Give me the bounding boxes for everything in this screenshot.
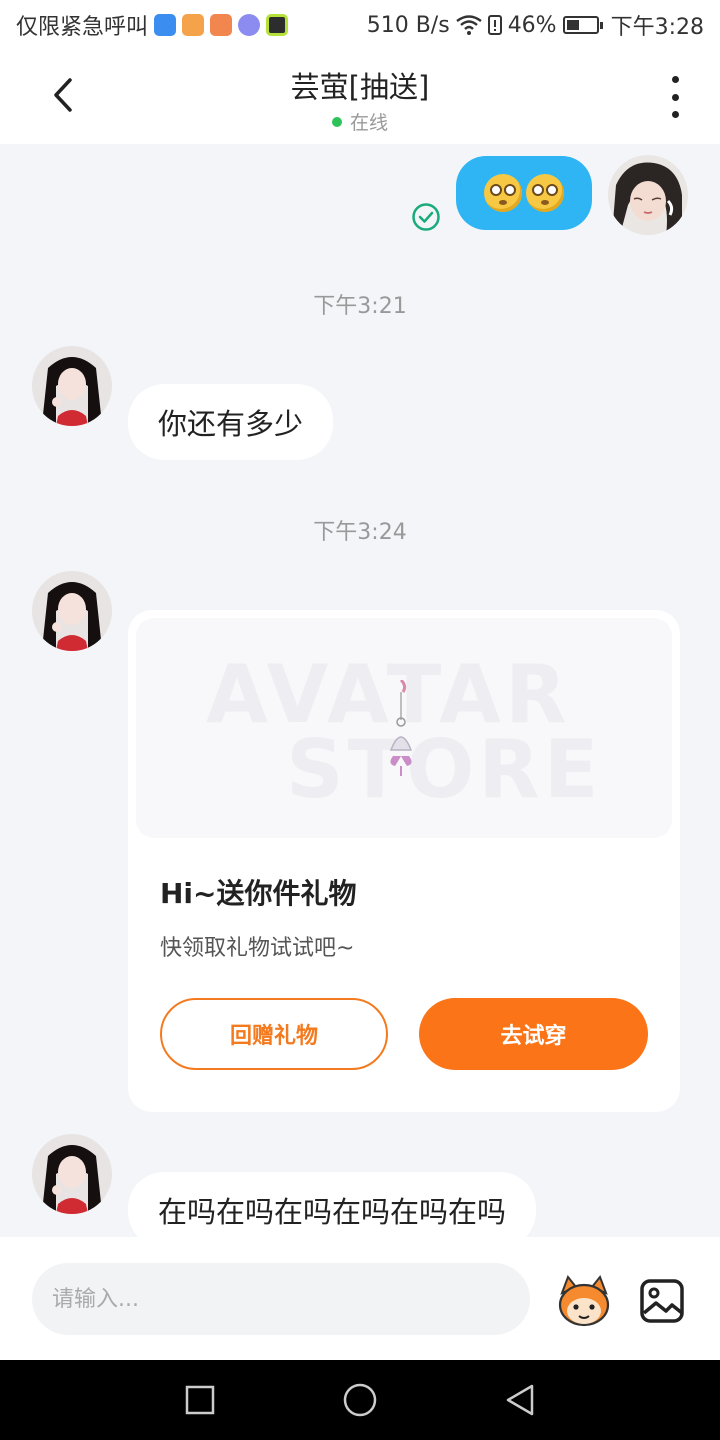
status-left: 仅限紧急呼叫 — [16, 9, 289, 41]
home-button[interactable] — [340, 1380, 380, 1420]
chat-area[interactable]: 下午3:21 你还有多少 下午3:24 AVATAR STORE Hi~送你件礼… — [0, 144, 720, 1237]
nav-square-icon — [185, 1385, 215, 1415]
outgoing-emoji-bubble[interactable] — [456, 156, 592, 230]
image-icon — [640, 1279, 684, 1323]
contact-avatar[interactable] — [32, 346, 112, 426]
pendant-image-icon — [389, 680, 413, 776]
timestamp: 下午3:24 — [313, 520, 407, 545]
wifi-icon — [455, 15, 482, 35]
incoming-message[interactable]: 在吗在吗在吗在吗在吗在吗 — [128, 1172, 537, 1237]
emoji-button[interactable] — [554, 1271, 614, 1331]
return-gift-button[interactable]: 回赠礼物 — [160, 998, 388, 1070]
battery-icon — [562, 16, 603, 34]
gift-title: Hi~送你件礼物 — [160, 877, 357, 910]
flushed-emoji-icon — [526, 174, 564, 212]
flushed-emoji-icon — [484, 174, 522, 212]
game-app-icon — [210, 14, 233, 36]
timestamp: 下午3:21 — [313, 294, 407, 319]
more-button[interactable] — [660, 76, 690, 118]
message-input[interactable] — [32, 1263, 530, 1335]
chat-header: 芸萤[抽送] 在线 — [0, 50, 720, 144]
message-text: 你还有多少 — [158, 407, 304, 441]
my-avatar[interactable] — [608, 155, 688, 235]
contact-avatar[interactable] — [32, 571, 112, 651]
message-text: 在吗在吗在吗在吗在吗在吗 — [158, 1195, 507, 1229]
recents-button[interactable] — [180, 1380, 220, 1420]
input-bar — [0, 1237, 720, 1360]
online-text: 在线 — [349, 112, 388, 134]
sim-alert-icon — [487, 15, 502, 35]
gift-card[interactable]: AVATAR STORE Hi~送你件礼物 快领取礼物试试吧~ 回赠礼物 去试穿 — [128, 610, 680, 1112]
green-app-icon — [266, 14, 289, 36]
network-speed: 510 B/s — [366, 12, 450, 38]
music-app-icon — [238, 14, 261, 36]
status-right: 510 B/s 46% 下午3:28 — [367, 9, 704, 41]
incoming-message[interactable]: 你还有多少 — [128, 384, 334, 460]
contact-name: 芸萤[抽送] — [290, 70, 430, 104]
battery-percent: 46% — [507, 12, 557, 38]
gift-subtitle: 快领取礼物试试吧~ — [160, 936, 355, 961]
image-button[interactable] — [638, 1277, 686, 1325]
shield-app-icon — [154, 14, 177, 36]
online-dot-icon — [331, 116, 342, 127]
gift-image: AVATAR STORE — [136, 618, 672, 838]
status-bar: 仅限紧急呼叫 510 B/s 46% 下午3:28 — [0, 0, 720, 50]
more-icon — [671, 76, 679, 83]
emergency-text: 仅限紧急呼叫 — [16, 15, 149, 40]
nav-back-icon — [506, 1384, 534, 1416]
watermark-text: STORE — [286, 723, 603, 816]
nav-home-icon — [343, 1383, 377, 1417]
read-check-icon — [411, 202, 441, 236]
online-status: 在线 — [0, 108, 720, 135]
title-wrap: 芸萤[抽送] 在线 — [0, 64, 720, 135]
system-nav-bar — [0, 1360, 720, 1440]
play-app-icon — [182, 14, 205, 36]
status-time: 下午3:28 — [610, 15, 704, 40]
contact-avatar[interactable] — [32, 1134, 112, 1214]
try-on-button[interactable]: 去试穿 — [419, 998, 648, 1070]
nav-back-button[interactable] — [500, 1380, 540, 1420]
emoji-face-icon — [558, 1275, 610, 1327]
battery-fill — [566, 20, 580, 30]
